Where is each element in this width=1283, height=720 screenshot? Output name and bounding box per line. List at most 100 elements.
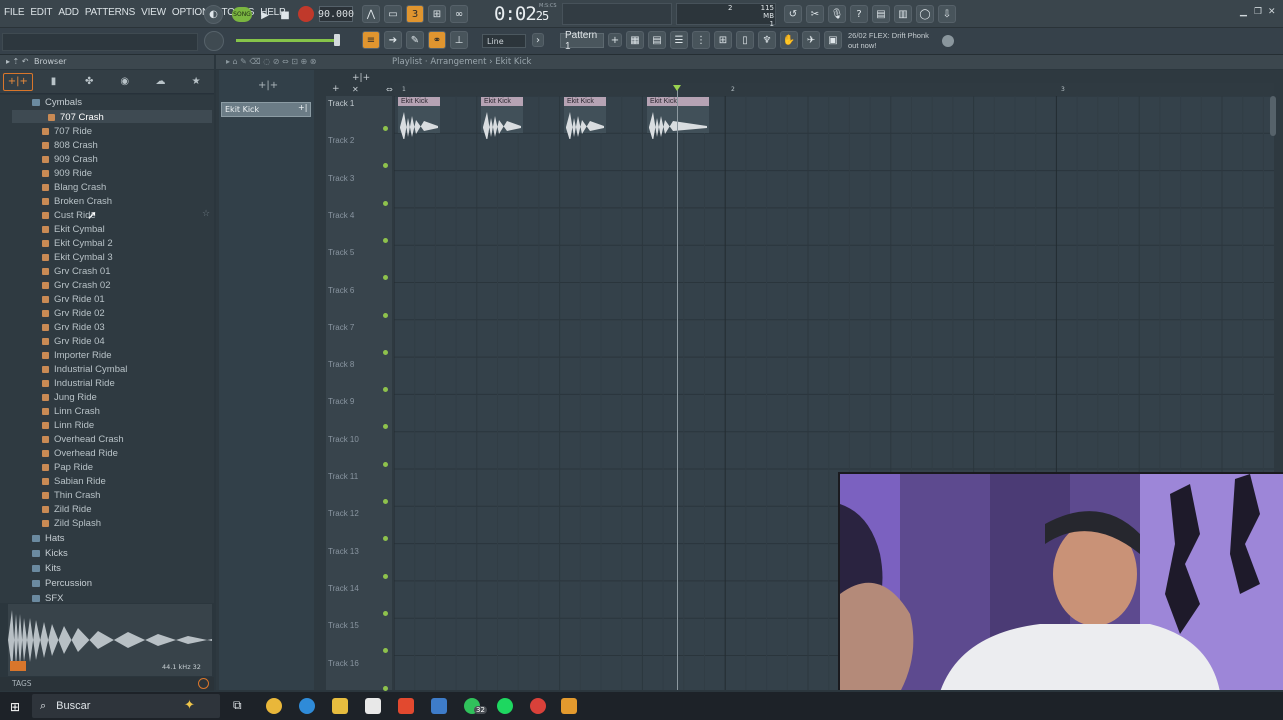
plugin-icon[interactable]: ▥ bbox=[894, 5, 912, 23]
browser-file-item[interactable]: Zild Ride bbox=[42, 502, 92, 516]
track-label[interactable]: Track 15 bbox=[328, 621, 359, 630]
browser-folder-item[interactable]: SFX bbox=[32, 591, 63, 605]
picker-toggle-icon[interactable]: +|+ bbox=[258, 80, 278, 91]
track-label[interactable]: Track 8 bbox=[328, 360, 354, 369]
edge-icon[interactable] bbox=[299, 698, 315, 714]
browser-file-item[interactable]: Grv Crash 02 bbox=[42, 278, 111, 292]
view-touch-icon[interactable]: ✋ bbox=[780, 31, 798, 49]
cut-icon[interactable]: ✂ bbox=[806, 5, 824, 23]
picker-clip-drag-icon[interactable]: +| bbox=[298, 103, 307, 112]
browser-file-item[interactable]: Grv Ride 04 bbox=[42, 334, 105, 348]
step-edit-icon[interactable]: ⊞ bbox=[428, 5, 446, 23]
clip-ekit-kick-4[interactable]: Ekit Kick bbox=[647, 97, 709, 139]
pattern-prev-icon[interactable]: › bbox=[532, 33, 544, 47]
browser-folder-cymbals[interactable]: Cymbals bbox=[32, 95, 82, 109]
undo-icon[interactable]: ↺ bbox=[784, 5, 802, 23]
browser-project-icon[interactable]: ▮ bbox=[38, 73, 68, 91]
metronome-icon[interactable]: ⋀ bbox=[362, 5, 380, 23]
track-label[interactable]: Track 16 bbox=[328, 659, 359, 668]
browser-file-item[interactable]: Pap Ride bbox=[42, 460, 93, 474]
browser-file-item[interactable]: Grv Ride 01 bbox=[42, 292, 105, 306]
maximize-icon[interactable]: ❐ bbox=[1254, 7, 1266, 19]
browser-file-selected[interactable]: 707 Crash bbox=[48, 110, 104, 124]
vertical-scrollbar[interactable] bbox=[1270, 96, 1276, 136]
playlist-tools-icon[interactable]: ▸ ⌂ ✎ ⌫ ◌ ⊘ ⇔ ⊡ ⊕ ⊗ bbox=[226, 57, 317, 66]
browser-file-item[interactable]: Grv Ride 02 bbox=[42, 306, 105, 320]
track-mute-icon[interactable] bbox=[383, 200, 388, 206]
playhead-marker-icon[interactable] bbox=[673, 85, 681, 91]
stop-icon[interactable]: ■ bbox=[276, 6, 294, 24]
browser-file-item[interactable]: Ekit Cymbal 3 bbox=[42, 250, 113, 264]
wait-input-icon[interactable]: ▭ bbox=[384, 5, 402, 23]
master-volume-handle[interactable] bbox=[334, 34, 340, 46]
clip-ekit-kick-3[interactable]: Ekit Kick bbox=[564, 97, 606, 139]
track-label[interactable]: Track 10 bbox=[328, 435, 359, 444]
browser-file-item[interactable]: Linn Crash bbox=[42, 404, 100, 418]
view-piano-roll-icon[interactable]: ▤ bbox=[648, 31, 666, 49]
track-label[interactable]: Track 6 bbox=[328, 286, 354, 295]
browser-file-item[interactable]: Ekit Cymbal bbox=[42, 222, 105, 236]
menu-add[interactable]: ADD bbox=[58, 7, 79, 18]
arrow-right-icon[interactable]: ➔ bbox=[384, 31, 402, 49]
snap-selector[interactable]: Line bbox=[482, 34, 526, 48]
cpu-meter-icon[interactable]: ◐ bbox=[204, 5, 223, 24]
view-plugin-picker-icon[interactable]: ▯ bbox=[736, 31, 754, 49]
download-icon[interactable]: ⇩ bbox=[938, 5, 956, 23]
calendar-icon[interactable] bbox=[365, 698, 381, 714]
browser-file-item[interactable]: Zild Splash bbox=[42, 516, 101, 530]
view-mixer-icon[interactable]: ⋮ bbox=[692, 31, 710, 49]
mail-icon[interactable] bbox=[431, 698, 447, 714]
track-mute-icon[interactable] bbox=[383, 349, 388, 355]
track-label[interactable]: Track 4 bbox=[328, 211, 354, 220]
browser-folder-item[interactable]: Percussion bbox=[32, 576, 92, 590]
browser-favorites-icon[interactable]: ★ bbox=[181, 73, 211, 91]
browser-database-icon[interactable]: ◉ bbox=[110, 73, 140, 91]
master-pitch-knob[interactable] bbox=[204, 31, 224, 51]
menu-patterns[interactable]: PATTERNS bbox=[85, 7, 135, 18]
copilot-icon[interactable] bbox=[266, 698, 282, 714]
view-channel-rack-icon[interactable]: ☰ bbox=[670, 31, 688, 49]
news-ticker[interactable]: 26/02 FLEX: Drift Phonk out now! bbox=[848, 31, 938, 51]
track-label[interactable]: Track 13 bbox=[328, 547, 359, 556]
track-mute-icon[interactable] bbox=[383, 685, 388, 691]
song-mode-toggle[interactable]: SONG bbox=[232, 7, 252, 22]
pattern-selector[interactable]: Pattern 1 bbox=[560, 30, 604, 52]
browser-file-item[interactable]: Importer Ride bbox=[42, 348, 112, 362]
close-track-icon[interactable]: ✕ bbox=[352, 85, 359, 94]
link-icon[interactable]: ⚭ bbox=[428, 31, 446, 49]
browser-file-item[interactable]: Ekit Cymbal 2 bbox=[42, 236, 113, 250]
tags-bar[interactable]: TAGS bbox=[0, 677, 214, 691]
view-tempo-icon[interactable]: ♆ bbox=[758, 31, 776, 49]
browser-file-item[interactable]: Industrial Cymbal bbox=[42, 362, 127, 376]
track-mute-icon[interactable] bbox=[383, 312, 388, 318]
track-label[interactable]: Track 14 bbox=[328, 584, 359, 593]
menu-edit[interactable]: EDIT bbox=[30, 7, 52, 18]
windows-start-icon[interactable]: ⊞ bbox=[10, 700, 20, 714]
clip-ekit-kick-1[interactable]: Ekit Kick bbox=[398, 97, 440, 139]
loop-record-icon[interactable]: ∞ bbox=[450, 5, 468, 23]
help-icon[interactable]: ? bbox=[850, 5, 868, 23]
menu-file[interactable]: FILE bbox=[4, 7, 25, 18]
view-project-icon[interactable]: ▣ bbox=[824, 31, 842, 49]
browser-folder-item[interactable]: Hats bbox=[32, 531, 65, 545]
preview-play-icon[interactable] bbox=[10, 661, 26, 671]
close-icon[interactable]: ✕ bbox=[1268, 7, 1280, 19]
track-label[interactable]: Track 2 bbox=[328, 136, 354, 145]
view-browser-icon[interactable]: ⊞ bbox=[714, 31, 732, 49]
save-icon[interactable]: ▤ bbox=[872, 5, 890, 23]
tags-search-icon[interactable] bbox=[198, 678, 209, 689]
pencil-icon[interactable]: ✎ bbox=[406, 31, 424, 49]
browser-file-item[interactable]: Industrial Ride bbox=[42, 376, 115, 390]
browser-file-item[interactable]: Broken Crash bbox=[42, 194, 112, 208]
browser-cloud-icon[interactable]: ☁ bbox=[145, 73, 175, 91]
fl-studio-icon[interactable] bbox=[561, 698, 577, 714]
track-mute-icon[interactable] bbox=[383, 126, 388, 131]
brave-icon[interactable] bbox=[398, 698, 414, 714]
browser-file-item[interactable]: Jung Ride bbox=[42, 390, 97, 404]
track-label[interactable]: Track 1 bbox=[328, 99, 354, 108]
browser-file-item[interactable]: Blang Crash bbox=[42, 180, 106, 194]
browser-file-item[interactable]: 909 Ride bbox=[42, 166, 92, 180]
browser-file-item[interactable]: 707 Ride bbox=[42, 124, 92, 138]
track-scroll-icon[interactable]: ⇔ bbox=[386, 85, 393, 94]
track-label[interactable]: Track 11 bbox=[328, 472, 358, 481]
